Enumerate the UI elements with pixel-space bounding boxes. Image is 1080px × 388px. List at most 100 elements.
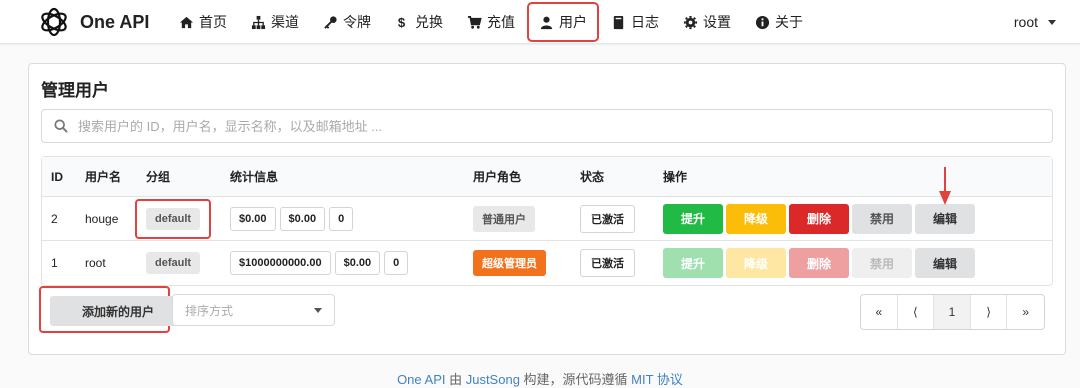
disable-button[interactable]: 禁用 [852, 203, 912, 234]
delete-button[interactable]: 删除 [789, 203, 849, 234]
svg-text:$: $ [398, 15, 406, 30]
nav-label: 充值 [487, 14, 515, 30]
nav-item-users[interactable]: 用户 [527, 2, 599, 42]
nav-label: 首页 [199, 14, 227, 30]
cell-group: default [146, 241, 201, 285]
nav-item-topup[interactable]: 充值 [458, 7, 524, 37]
book-icon [613, 15, 624, 29]
search-box [41, 109, 1053, 143]
edit-button[interactable]: 编辑 [915, 248, 975, 278]
stat-remaining-quota: $1000000000.00 [230, 251, 331, 275]
column-header-status[interactable]: 状态 [580, 157, 604, 196]
promote-button[interactable]: 提升 [663, 203, 723, 234]
status-badge: 已激活 [580, 204, 635, 233]
page-title: 管理用户 [41, 81, 109, 100]
annotation-arrow [939, 167, 951, 205]
disable-button: 禁用 [852, 248, 912, 278]
footer: One API 由 JustSong 构建，源代码遵循 MIT 协议 [0, 369, 1080, 388]
cell-username: root [85, 256, 106, 270]
stat-used-quota: $0.00 [279, 206, 326, 231]
stat-used-quota: $0.00 [334, 251, 381, 275]
cell-id: 1 [51, 256, 58, 270]
edit-button[interactable]: 编辑 [915, 203, 975, 234]
footer-text: 构建，源代码遵循 [519, 372, 632, 387]
cell-username: houge [85, 211, 119, 226]
dollar-icon: $ [398, 15, 406, 30]
column-header-username[interactable]: 用户名 [85, 157, 121, 196]
role-label: 普通用户 [473, 205, 535, 232]
main-nav: 首页 渠道 令牌 $ 兑换 充值 用户 日志 设置 关于 [170, 0, 818, 44]
gear-icon [683, 15, 698, 29]
pagination-last[interactable]: » [1007, 295, 1044, 329]
column-header-group[interactable]: 分组 [146, 157, 170, 196]
users-table: ID 用户名 分组 统计信息 用户角色 状态 操作 2 houge defaul… [41, 156, 1053, 286]
cell-actions: 提升 降级 删除 禁用 编辑 [663, 241, 978, 285]
cell-id: 2 [51, 211, 58, 226]
table-header-row: ID 用户名 分组 统计信息 用户角色 状态 操作 [42, 157, 1052, 197]
user-menu-label: root [1013, 14, 1038, 30]
cell-stats: $1000000000.00 $0.00 0 [230, 241, 412, 285]
pagination-first[interactable]: « [861, 295, 898, 329]
cell-group: default [134, 197, 212, 240]
add-user-button[interactable]: 添加新的用户 [50, 296, 186, 326]
group-label: default [134, 198, 212, 239]
column-header-role[interactable]: 用户角色 [473, 157, 521, 196]
sort-placeholder: 排序方式 [185, 303, 234, 318]
demote-button[interactable]: 降级 [726, 203, 786, 234]
column-header-id[interactable]: ID [51, 157, 63, 196]
nav-label: 令牌 [343, 14, 371, 30]
nav-item-home[interactable]: 首页 [170, 7, 236, 37]
pagination-prev[interactable]: ⟨ [898, 295, 935, 329]
table-row: 1 root default $1000000000.00 $0.00 0 超级… [42, 241, 1052, 285]
user-icon [540, 16, 553, 29]
nav-label: 兑换 [415, 14, 443, 30]
nav-item-about[interactable]: 关于 [746, 7, 812, 37]
footer-link-oneapi[interactable]: One API [397, 372, 445, 387]
caret-down-icon [1048, 19, 1056, 25]
stat-request-count: 0 [384, 251, 409, 275]
footer-link-license[interactable]: MIT 协议 [631, 372, 683, 387]
nav-label: 关于 [775, 14, 803, 30]
user-menu-dropdown[interactable]: root [1014, 0, 1056, 44]
stat-remaining-quota: $0.00 [230, 206, 276, 231]
brand-name: One API [80, 11, 150, 32]
delete-button: 删除 [789, 248, 849, 278]
nav-label: 设置 [703, 14, 731, 30]
footer-text: 由 [445, 372, 466, 387]
cell-status: 已激活 [580, 241, 635, 285]
cell-role: 超级管理员 [473, 241, 546, 285]
column-header-actions: 操作 [663, 170, 688, 184]
table-row: 2 houge default $0.00 $0.00 0 普通用户 已激活 提… [42, 197, 1052, 241]
search-input[interactable] [76, 117, 976, 135]
sort-dropdown[interactable]: 排序方式 [172, 294, 335, 326]
stat-request-count: 0 [329, 206, 354, 231]
nav-label: 渠道 [271, 14, 299, 30]
nav-item-redeem[interactable]: $ 兑换 [386, 7, 452, 37]
status-badge: 已激活 [580, 249, 635, 277]
cell-role: 普通用户 [473, 197, 535, 240]
brand[interactable]: One API [38, 6, 149, 38]
cell-stats: $0.00 $0.00 0 [230, 197, 357, 240]
nav-item-channels[interactable]: 渠道 [242, 7, 308, 37]
pagination-page-current[interactable]: 1 [934, 295, 971, 329]
role-label: 超级管理员 [473, 250, 546, 276]
key-icon [324, 15, 337, 29]
dropdown-caret-icon [314, 307, 322, 313]
footer-link-author[interactable]: JustSong [466, 372, 520, 387]
cell-status: 已激活 [580, 197, 635, 240]
openai-logo-icon [41, 7, 67, 37]
nav-item-logs[interactable]: 日志 [602, 7, 668, 37]
promote-button: 提升 [663, 248, 723, 278]
nav-label: 日志 [631, 14, 659, 30]
sitemap-icon [251, 15, 266, 29]
nav-item-tokens[interactable]: 令牌 [314, 7, 380, 37]
demote-button: 降级 [726, 248, 786, 278]
nav-item-settings[interactable]: 设置 [674, 7, 740, 37]
column-header-stats[interactable]: 统计信息 [230, 157, 278, 196]
top-navbar: One API 首页 渠道 令牌 $ 兑换 充值 用户 日志 设置 关于 roo… [0, 0, 1080, 44]
info-icon [755, 15, 770, 29]
cell-actions: 提升 降级 删除 禁用 编辑 [663, 197, 978, 240]
pagination-next[interactable]: ⟩ [971, 295, 1008, 329]
search-icon [54, 119, 68, 133]
nav-label: 用户 [559, 14, 587, 30]
